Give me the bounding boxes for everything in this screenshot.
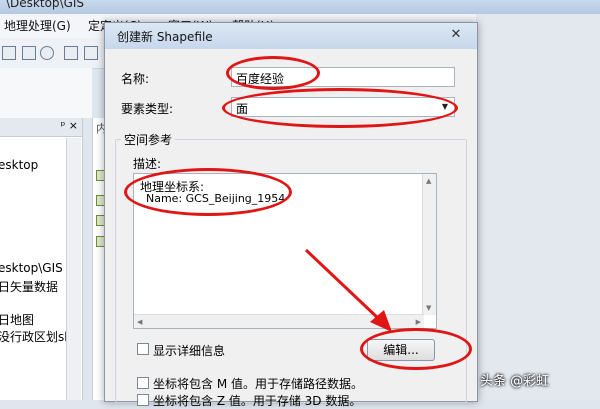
arrow-shaft (304, 248, 382, 322)
watermark: 头条 @彩虹 (480, 374, 550, 389)
annotation-arrow (304, 248, 392, 332)
